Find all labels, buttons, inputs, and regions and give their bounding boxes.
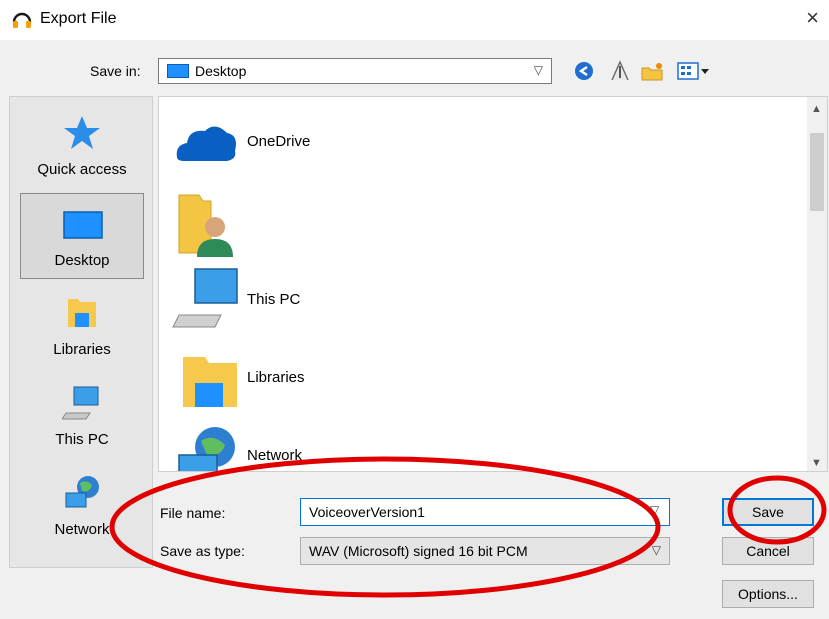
place-label: Quick access	[37, 161, 127, 178]
place-network[interactable]: Network	[20, 463, 144, 549]
view-menu-icon[interactable]	[676, 58, 712, 84]
back-icon[interactable]	[572, 58, 596, 84]
scroll-up-icon[interactable]: ▲	[811, 103, 822, 115]
save-button[interactable]: Save	[722, 498, 814, 526]
file-name: Network	[247, 447, 303, 464]
list-item[interactable]: OneDrive	[171, 109, 571, 189]
chevron-down-icon[interactable]: ▽	[650, 503, 659, 517]
list-item[interactable]	[171, 189, 571, 269]
place-label: Network	[54, 521, 110, 538]
desktop-icon	[63, 211, 103, 239]
list-item[interactable]: This PC	[171, 265, 571, 345]
up-folder-icon[interactable]	[608, 58, 632, 84]
place-quick-access[interactable]: Quick access	[20, 103, 144, 189]
place-label: This PC	[55, 431, 109, 448]
network-icon	[65, 476, 99, 508]
file-name: Libraries	[247, 369, 305, 386]
libraries-icon	[183, 357, 237, 407]
cancel-button[interactable]: Cancel	[722, 537, 814, 565]
place-label: Desktop	[54, 252, 110, 269]
user-folder-icon	[178, 194, 233, 257]
file-name: OneDrive	[247, 133, 311, 150]
computer-icon	[62, 386, 99, 420]
file-name-label: File name:	[160, 505, 226, 521]
file-list[interactable]: OneDrive This PC Libraries Network ▲ ▼	[158, 96, 828, 472]
libraries-icon	[68, 299, 96, 327]
place-libraries[interactable]: Libraries	[20, 283, 144, 369]
computer-icon	[172, 268, 238, 328]
scroll-down-icon[interactable]: ▼	[811, 457, 822, 469]
network-icon	[178, 427, 235, 471]
list-item[interactable]: Network	[171, 425, 571, 471]
save-in-dropdown[interactable]: Desktop ▽	[158, 58, 552, 84]
save-in-label: Save in:	[90, 63, 141, 79]
file-name: This PC	[247, 291, 301, 308]
file-name-input[interactable]	[300, 498, 670, 526]
annotation-ellipse-form	[109, 456, 661, 598]
chevron-down-icon: ▽	[533, 63, 543, 77]
save-as-type-value: WAV (Microsoft) signed 16 bit PCM	[309, 543, 528, 559]
options-button[interactable]: Options...	[722, 580, 814, 608]
save-in-value: Desktop	[195, 63, 247, 79]
places-bar: Quick access Desktop Libraries This PC N…	[9, 96, 153, 568]
title-bar: Export File ×	[0, 0, 829, 40]
place-desktop[interactable]: Desktop	[20, 193, 144, 279]
vertical-scrollbar[interactable]: ▲ ▼	[807, 97, 827, 471]
desktop-icon	[167, 64, 189, 78]
close-button[interactable]: ×	[806, 6, 819, 30]
chevron-down-icon: ▽	[651, 543, 661, 557]
headphones-icon	[12, 12, 32, 28]
star-icon	[64, 116, 100, 149]
scroll-thumb[interactable]	[810, 133, 824, 211]
save-as-type-label: Save as type:	[160, 543, 245, 559]
new-folder-icon[interactable]	[640, 58, 664, 84]
place-label: Libraries	[53, 341, 111, 358]
place-this-pc[interactable]: This PC	[20, 373, 144, 459]
save-as-type-dropdown[interactable]: WAV (Microsoft) signed 16 bit PCM ▽	[300, 537, 670, 565]
window-title: Export File	[40, 10, 117, 27]
cloud-icon	[176, 126, 236, 161]
list-item[interactable]: Libraries	[171, 347, 571, 427]
